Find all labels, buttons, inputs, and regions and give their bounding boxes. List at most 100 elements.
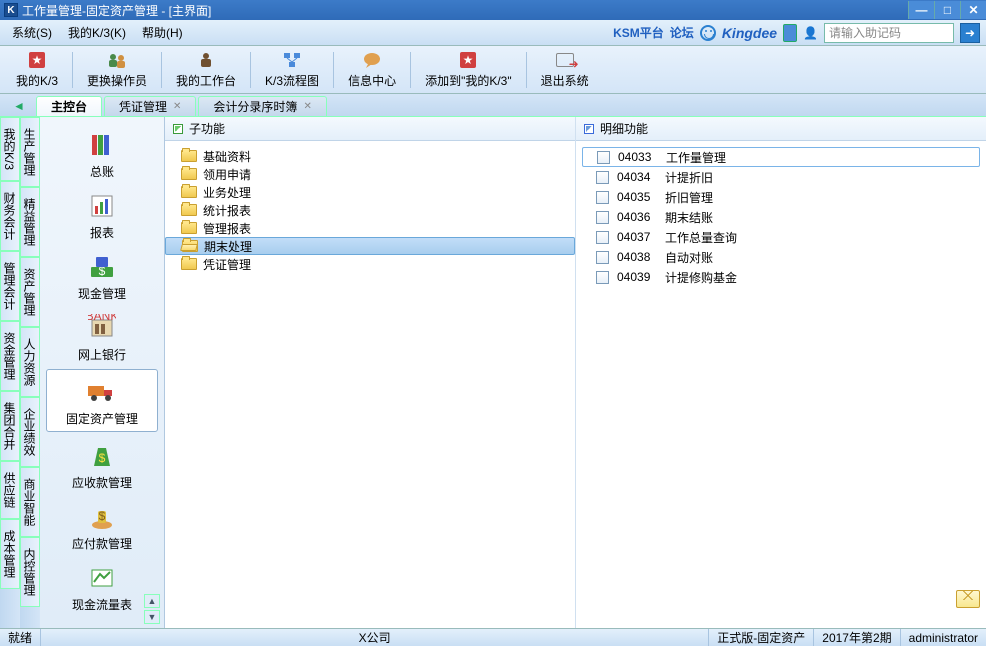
toolbar-add[interactable]: ★添加到"我的K/3" xyxy=(417,48,520,91)
detail-label: 自动对账 xyxy=(665,249,713,266)
restore-button[interactable]: □ xyxy=(934,1,960,19)
status-period: 2017年第2期 xyxy=(814,629,900,646)
search-placeholder: 请输入助记码 xyxy=(829,24,901,41)
detail-code: 04033 xyxy=(618,150,658,164)
sub-function-title: 子功能 xyxy=(189,120,225,137)
side-tab[interactable]: 内控管理 xyxy=(20,537,40,607)
face-icon[interactable] xyxy=(700,25,716,41)
detail-function-item[interactable]: 04034计提折旧 xyxy=(582,167,980,187)
side-tab[interactable]: 管理会计 xyxy=(0,251,20,321)
module-item[interactable]: $ 应收款管理 xyxy=(40,434,164,495)
sub-function-label: 统计报表 xyxy=(203,202,251,219)
checkbox-icon[interactable] xyxy=(597,151,610,164)
detail-label: 计提修购基金 xyxy=(665,269,737,286)
doc-tab[interactable]: 凭证管理✕ xyxy=(104,96,196,116)
detail-function-item[interactable]: 04036 期末结账 xyxy=(582,207,980,227)
ksm-link[interactable]: KSM平台 xyxy=(613,24,664,41)
detail-function-item[interactable]: 04037工作总量查询 xyxy=(582,227,980,247)
minimize-button[interactable]: — xyxy=(908,1,934,19)
main-area: 我的K/3财务会计管理会计资金管理集团合并供应链成本管理 生产管理精益管理资产管… xyxy=(0,116,986,628)
side-tab[interactable]: 我的K/3 xyxy=(0,117,20,181)
sidebar-tabs-inner: 生产管理精益管理资产管理人力资源企业绩效商业智能内控管理 xyxy=(20,117,40,628)
side-tab[interactable]: 人力资源 xyxy=(20,327,40,397)
side-tab[interactable]: 商业智能 xyxy=(20,467,40,537)
status-ready: 就绪 xyxy=(0,629,41,646)
search-input[interactable]: 请输入助记码 xyxy=(824,23,954,43)
module-item[interactable]: 报表 xyxy=(40,184,164,245)
books-icon xyxy=(86,129,118,161)
checkbox-icon[interactable] xyxy=(596,191,609,204)
checkbox-icon[interactable] xyxy=(596,211,609,224)
sub-function-header: 子功能 xyxy=(165,117,575,141)
tab-label: 会计分录序时簿 xyxy=(213,98,297,115)
sidebar-tabs-outer: 我的K/3财务会计管理会计资金管理集团合并供应链成本管理 xyxy=(0,117,20,628)
forum-link[interactable]: 论坛 xyxy=(670,24,694,41)
checkbox-icon[interactable] xyxy=(596,271,609,284)
detail-function-item[interactable]: 04038自动对账 xyxy=(582,247,980,267)
sub-function-item[interactable]: 凭证管理 xyxy=(165,255,575,273)
detail-code: 04034 xyxy=(617,170,657,184)
sub-function-item[interactable]: 领用申请 xyxy=(165,165,575,183)
toolbar-star[interactable]: ★我的K/3 xyxy=(8,48,66,91)
toolbar-flow[interactable]: K/3流程图 xyxy=(257,48,327,91)
tab-arrow-left[interactable]: ◄ xyxy=(2,96,36,116)
detail-function-title: 明细功能 xyxy=(600,120,648,137)
side-tab[interactable]: 成本管理 xyxy=(0,519,20,589)
checkbox-icon[interactable] xyxy=(596,251,609,264)
detail-code: 04036 xyxy=(617,210,657,224)
module-item[interactable]: 固定资产管理 xyxy=(46,369,158,432)
doc-tab[interactable]: 会计分录序时簿 ✕ xyxy=(198,96,326,116)
sub-function-item[interactable]: 统计报表 xyxy=(165,201,575,219)
module-item[interactable]: BANK网上银行 xyxy=(40,306,164,367)
sub-function-item[interactable]: 基础资料 xyxy=(165,147,575,165)
window-buttons: — □ ✕ xyxy=(908,1,986,19)
detail-label: 期末结账 xyxy=(665,209,713,226)
module-item[interactable]: $现金管理 xyxy=(40,245,164,306)
toolbar-exit[interactable]: ➜退出系统 xyxy=(533,48,597,91)
detail-function-item[interactable]: 04039 计提修购基金 xyxy=(582,267,980,287)
side-tab[interactable]: 财务会计 xyxy=(0,181,20,251)
sub-function-item[interactable]: 业务处理 xyxy=(165,183,575,201)
toolbar-bubble[interactable]: 信息中心 xyxy=(340,48,404,91)
module-item[interactable]: 总账 xyxy=(40,123,164,184)
side-tab[interactable]: 供应链 xyxy=(0,461,20,519)
sub-function-item[interactable]: 管理报表 xyxy=(165,219,575,237)
search-go-button[interactable]: ➜ xyxy=(960,23,980,43)
sub-function-item[interactable]: 期末处理 xyxy=(165,237,575,255)
detail-function-item[interactable]: 04035折旧管理 xyxy=(582,187,980,207)
folder-icon xyxy=(181,168,197,180)
doc-tab[interactable]: 主控台 xyxy=(36,96,102,116)
module-label: 固定资产管理 xyxy=(66,410,138,427)
detail-function-item[interactable]: 04033工作量管理 xyxy=(582,147,980,167)
side-tab[interactable]: 集团合并 xyxy=(0,391,20,461)
phone-icon[interactable] xyxy=(783,24,797,42)
moneybag-icon: $ xyxy=(86,440,118,472)
detail-code: 04039 xyxy=(617,270,657,284)
tab-close-icon[interactable]: ✕ xyxy=(303,101,311,112)
side-tab[interactable]: 资产管理 xyxy=(20,257,40,327)
module-scroll-down[interactable]: ▼ xyxy=(144,610,160,624)
checkbox-icon[interactable] xyxy=(596,231,609,244)
toolbar: ★我的K/3 更换操作员我的工作台 K/3流程图信息中心 ★添加到"我的K/3" ➜退出… xyxy=(0,46,986,94)
module-item[interactable]: $应付款管理 xyxy=(40,495,164,556)
side-tab[interactable]: 资金管理 xyxy=(0,321,20,391)
menu-system[interactable]: 系统(S) xyxy=(6,22,58,43)
module-scroll-up[interactable]: ▲ xyxy=(144,594,160,608)
status-bar: 就绪 X公司 正式版-固定资产 2017年第2期 administrator xyxy=(0,628,986,646)
sub-function-label: 业务处理 xyxy=(203,184,251,201)
side-tab[interactable]: 精益管理 xyxy=(20,187,40,257)
svg-text:$: $ xyxy=(99,509,106,523)
side-tab[interactable]: 企业绩效 xyxy=(20,397,40,467)
module-label: 应收款管理 xyxy=(72,474,132,491)
menu-help[interactable]: 帮助(H) xyxy=(136,22,189,43)
tab-close-icon[interactable]: ✕ xyxy=(173,101,181,112)
toolbar-desk[interactable]: 我的工作台 xyxy=(168,48,244,91)
detail-code: 04037 xyxy=(617,230,657,244)
close-button[interactable]: ✕ xyxy=(960,1,986,19)
toolbar-users[interactable]: 更换操作员 xyxy=(79,48,155,91)
menu-myk3[interactable]: 我的K/3(K) xyxy=(62,22,132,43)
mail-icon[interactable] xyxy=(956,590,980,608)
side-tab[interactable]: 生产管理 xyxy=(20,117,40,187)
sub-function-label: 管理报表 xyxy=(203,220,251,237)
checkbox-icon[interactable] xyxy=(596,171,609,184)
